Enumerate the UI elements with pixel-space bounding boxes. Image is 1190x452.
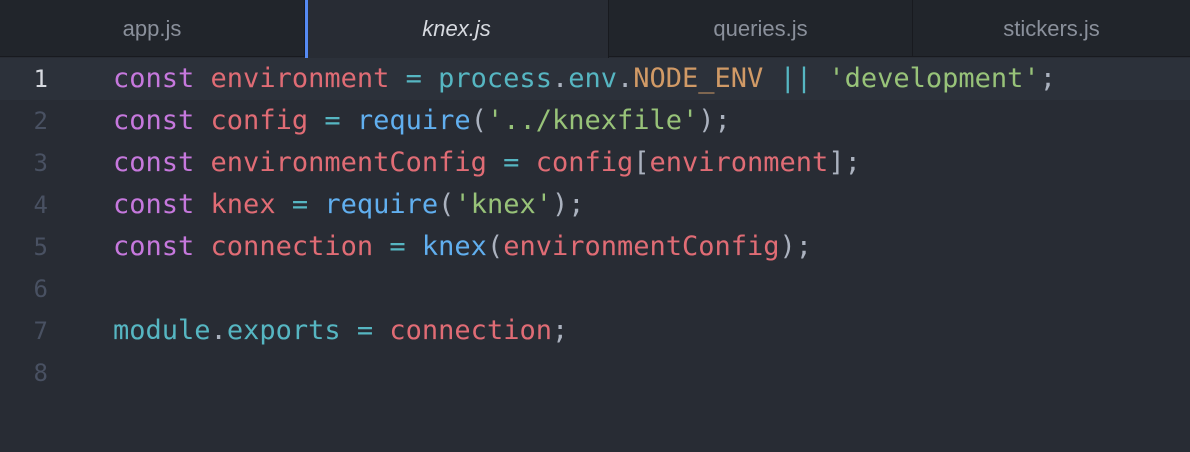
code-token: NODE_ENV (633, 63, 764, 94)
code-token: ); (551, 189, 585, 220)
code-text: const environment = process.env.NODE_ENV… (113, 58, 1056, 100)
code-line[interactable]: 8 (0, 352, 1190, 394)
code-token: config (535, 147, 634, 178)
code-token: ); (698, 105, 731, 136)
code-token: . (210, 315, 227, 346)
code-token: environmentConfig (210, 147, 487, 178)
code-text: module.exports = connection; (113, 310, 568, 352)
line-number: 8 (33, 359, 48, 387)
code-token: exports (226, 315, 341, 346)
tab-label: app.js (122, 15, 182, 41)
code-token: const (113, 189, 195, 220)
code-token: = (405, 63, 422, 94)
code-token: require (324, 189, 439, 220)
code-token: ( (486, 231, 504, 262)
code-token: ( (470, 105, 487, 136)
code-token: module (113, 315, 211, 346)
code-token: = (324, 105, 341, 136)
code-token: environment (649, 147, 829, 178)
code-token: 'development' (828, 63, 1040, 94)
code-text: const knex = require('knex'); (113, 184, 585, 226)
code-line[interactable]: 7 module.exports = connection; (0, 310, 1190, 352)
code-line[interactable]: 5 const connection = knex(environmentConf… (0, 226, 1190, 268)
code-token: [ (633, 147, 650, 178)
code-text: const environmentConfig = config[environ… (113, 142, 861, 184)
code-token: = (356, 315, 374, 346)
code-token: '../knexfile' (486, 105, 699, 136)
tab-stickers-js[interactable]: stickers.js (913, 0, 1190, 57)
tab-label: queries.js (713, 15, 808, 41)
code-line[interactable]: 2 const config = require('../knexfile'); (0, 100, 1190, 142)
code-line[interactable]: 3 const environmentConfig = config[enviro… (0, 142, 1190, 184)
code-text: const config = require('../knexfile'); (113, 100, 731, 142)
code-token: 'knex' (454, 189, 552, 220)
tab-bar: app.js knex.js queries.js stickers.js (0, 0, 1190, 58)
code-token: connection (389, 315, 552, 346)
code-token: process (438, 63, 552, 94)
code-token: . (551, 63, 569, 94)
code-token: require (356, 105, 471, 136)
code-line[interactable]: 6 (0, 268, 1190, 310)
code-token: environment (210, 63, 390, 94)
code-token: . (617, 63, 634, 94)
line-number: 7 (33, 317, 48, 345)
code-token: const (113, 105, 195, 136)
code-line[interactable]: 1 const environment = process.env.NODE_EN… (0, 58, 1190, 100)
code-token: = (503, 147, 520, 178)
code-token: ; (551, 315, 569, 346)
code-token: const (113, 63, 195, 94)
line-number: 3 (33, 149, 48, 177)
code-token: = (389, 231, 406, 262)
code-token: ; (1039, 63, 1056, 94)
tab-app-js[interactable]: app.js (0, 0, 305, 57)
tab-knex-js[interactable]: knex.js (305, 0, 609, 58)
code-token: const (113, 231, 195, 262)
code-editor[interactable]: 1 const environment = process.env.NODE_EN… (0, 58, 1190, 452)
code-token: const (113, 147, 195, 178)
line-number: 2 (33, 107, 48, 135)
line-number: 6 (33, 275, 48, 303)
code-token: knex (210, 189, 276, 220)
code-token: connection (210, 231, 374, 262)
line-number: 4 (33, 191, 48, 219)
code-token: env (568, 63, 617, 94)
line-number: 5 (33, 233, 48, 261)
code-token: ( (438, 189, 455, 220)
code-token: || (779, 63, 813, 94)
code-token: environmentConfig (503, 231, 780, 262)
code-token: ]; (828, 147, 861, 178)
tab-queries-js[interactable]: queries.js (609, 0, 913, 57)
code-token: config (210, 105, 309, 136)
code-token: knex (421, 231, 487, 262)
tab-label: stickers.js (1003, 15, 1100, 41)
line-number: 1 (33, 65, 48, 93)
code-token: ); (779, 231, 813, 262)
code-token: = (291, 189, 309, 220)
code-line[interactable]: 4 const knex = require('knex'); (0, 184, 1190, 226)
code-text: const connection = knex(environmentConfi… (113, 226, 812, 268)
tab-label: knex.js (422, 16, 491, 41)
